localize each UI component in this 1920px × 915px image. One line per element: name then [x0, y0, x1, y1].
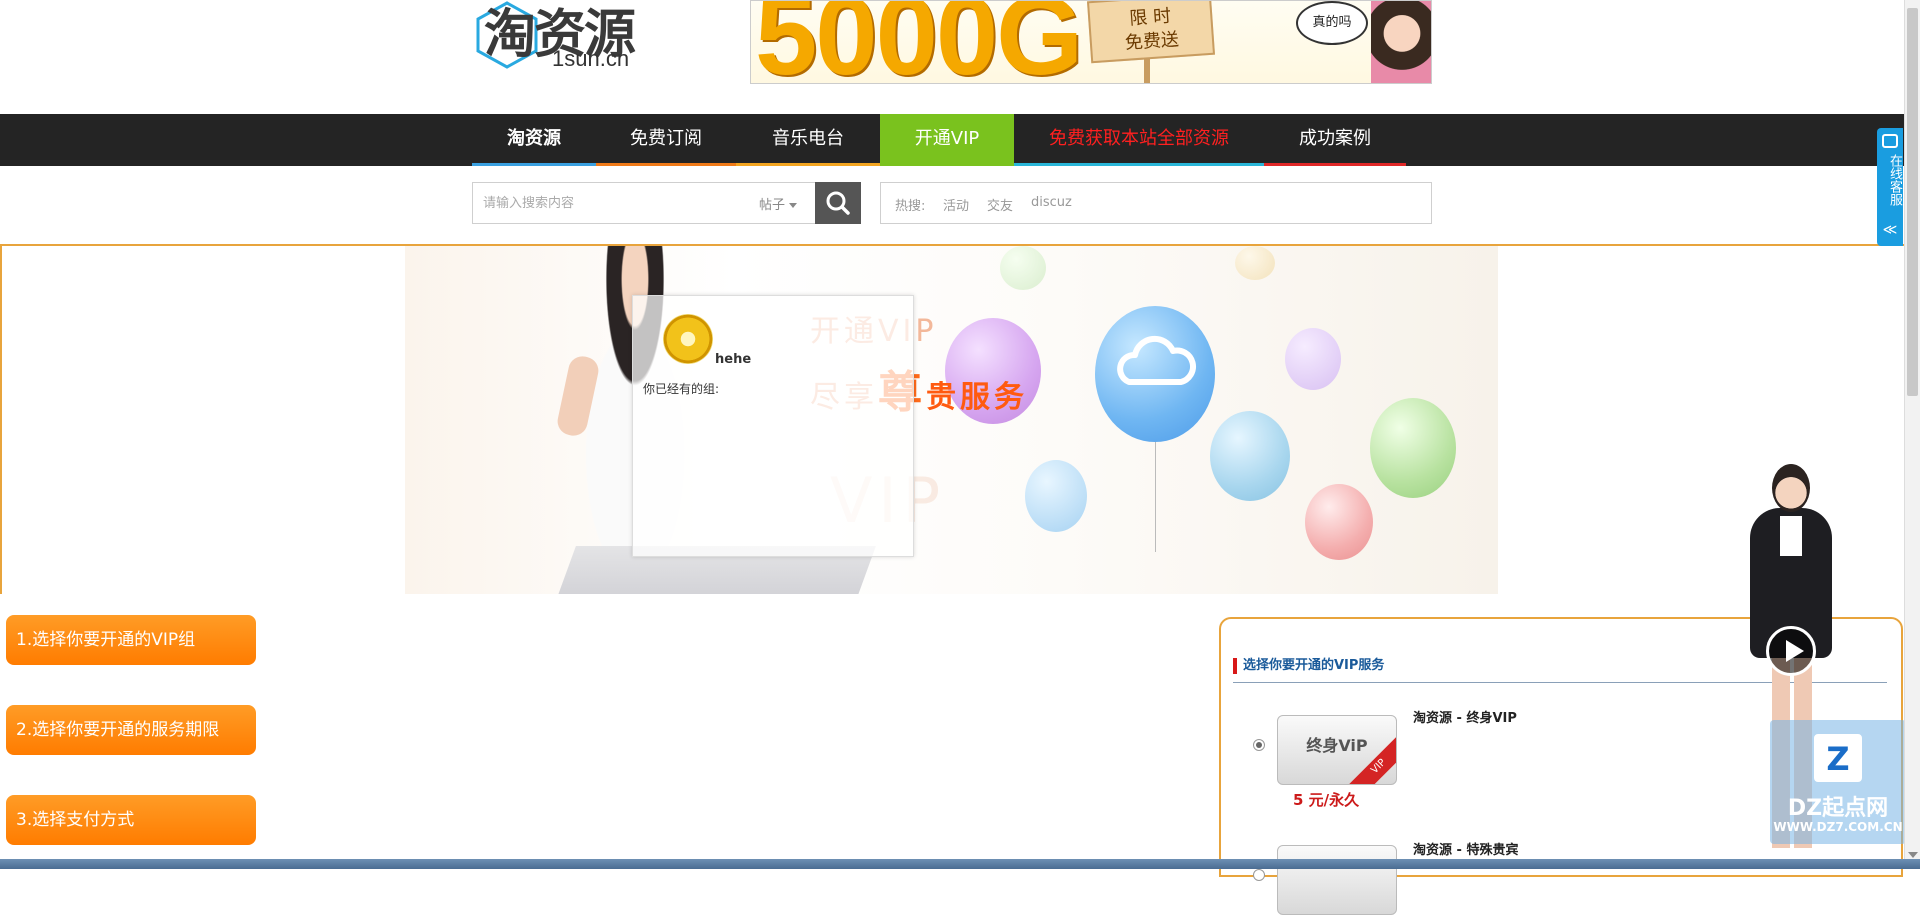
scrollbar-thumb[interactable] [1907, 8, 1918, 396]
hot-search-link[interactable]: 交友 [987, 195, 1013, 214]
balloon-cloud [1095, 306, 1215, 442]
chevron-down-icon [789, 203, 798, 208]
step-select-payment[interactable]: 3.选择支付方式 [6, 795, 256, 845]
search-scope-label: 帖子 [759, 198, 786, 213]
balloon-lavender [1285, 328, 1341, 390]
site-header: 淘资源 1sun.cn 5000G 限 时 免费送 真的吗 [0, 0, 1920, 114]
hot-search-link[interactable]: 活动 [943, 195, 969, 214]
step-select-duration[interactable]: 2.选择你要开通的服务期限 [6, 705, 256, 755]
hot-search-bar: 热搜: 活动 交友 discuz [880, 182, 1432, 224]
site-logo[interactable]: 淘资源 1sun.cn [472, 0, 642, 78]
hot-search-link[interactable]: discuz [1031, 195, 1072, 210]
vip-card-label: 终身ViP [1306, 736, 1368, 755]
scroll-down-arrow-icon[interactable] [1908, 852, 1918, 858]
hot-search-label: 热搜: [895, 199, 926, 214]
vip-option-name: 淘资源 - 特殊贵宾 [1413, 843, 1519, 858]
main-nav: 淘资源 免费订阅 音乐电台 开通VIP 免费获取本站全部资源 成功案例 [0, 114, 1920, 166]
banner-number: 5000G [755, 0, 1083, 84]
vip-option-card[interactable]: 终身ViP VIP [1277, 715, 1397, 785]
balloon-green [1370, 398, 1456, 498]
nav-item-free-resources[interactable]: 免费获取本站全部资源 [1014, 114, 1264, 166]
nav-item-open-vip[interactable]: 开通VIP [880, 114, 1014, 166]
search-icon [826, 191, 850, 215]
assistant-shirt [1780, 516, 1802, 556]
search-box: 帖子 [472, 182, 861, 224]
watermark-mark: Z [1814, 734, 1862, 782]
nav-item-success-cases[interactable]: 成功案例 [1264, 114, 1406, 166]
watermark-logo: Z DZ起点网 WWW.DZ7.COM.CN [1770, 720, 1906, 844]
step-select-vip-group[interactable]: 1.选择你要开通的VIP组 [6, 615, 256, 665]
nav-item-home[interactable]: 淘资源 [472, 114, 596, 166]
user-info-card: hehe 你已经有的组: [632, 295, 914, 557]
banner-speech-bubble: 真的吗 [1296, 1, 1368, 45]
balloon-string [1155, 442, 1156, 552]
watermark-url: WWW.DZ7.COM.CN [1773, 820, 1903, 834]
balloon-blue-small [1025, 460, 1087, 532]
collapse-icon[interactable]: ≪ [1877, 222, 1903, 238]
vip-option-radio[interactable] [1253, 739, 1265, 751]
avatar[interactable] [663, 314, 713, 364]
user-name: hehe [715, 352, 752, 367]
vip-option-radio[interactable] [1253, 869, 1265, 881]
logo-domain: 1sun.cn [552, 46, 630, 71]
search-button[interactable] [815, 182, 861, 224]
nav-item-music-radio[interactable]: 音乐电台 [736, 114, 880, 166]
balloon-faint-green [1000, 246, 1046, 290]
online-service-tab[interactable]: 在线客服 ≪ [1877, 128, 1903, 246]
nav-item-subscribe[interactable]: 免费订阅 [596, 114, 736, 166]
banner-sign: 限 时 免费送 [1086, 1, 1216, 64]
os-taskbar[interactable] [0, 859, 1920, 869]
play-icon[interactable] [1766, 626, 1816, 676]
user-groups-label: 你已经有的组: [643, 382, 720, 396]
section-border [0, 244, 2, 594]
watermark-name: DZ起点网 [1787, 796, 1889, 821]
search-input[interactable] [473, 183, 743, 223]
banner-sign-stick [1144, 59, 1150, 83]
cloud-icon [1117, 335, 1196, 385]
chat-icon [1882, 134, 1898, 148]
vip-option-name: 淘资源 - 终身VIP [1413, 711, 1517, 726]
vertical-scrollbar[interactable] [1904, 0, 1920, 869]
promo-banner[interactable]: 5000G 限 时 免费送 真的吗 [750, 0, 1432, 84]
banner-girl-image [1371, 1, 1431, 83]
balloon-light-blue [1210, 411, 1290, 501]
vip-option-price: 5 元/永久 [1293, 791, 1360, 809]
banner-bubble-text: 真的吗 [1312, 15, 1352, 30]
hero-subheadline-suffix: 贵服务 [926, 380, 1028, 415]
vip-hero-banner: 开通VIP 尽享尊贵服务 VIP [405, 246, 1498, 594]
balloon-faint-yellow [1235, 246, 1275, 280]
search-scope-dropdown[interactable]: 帖子 [759, 194, 798, 213]
vip-option-card[interactable] [1277, 845, 1397, 915]
assistant-head [1772, 464, 1810, 512]
balloon-pink [1305, 484, 1373, 560]
online-service-label: 在线客服 [1887, 154, 1902, 206]
